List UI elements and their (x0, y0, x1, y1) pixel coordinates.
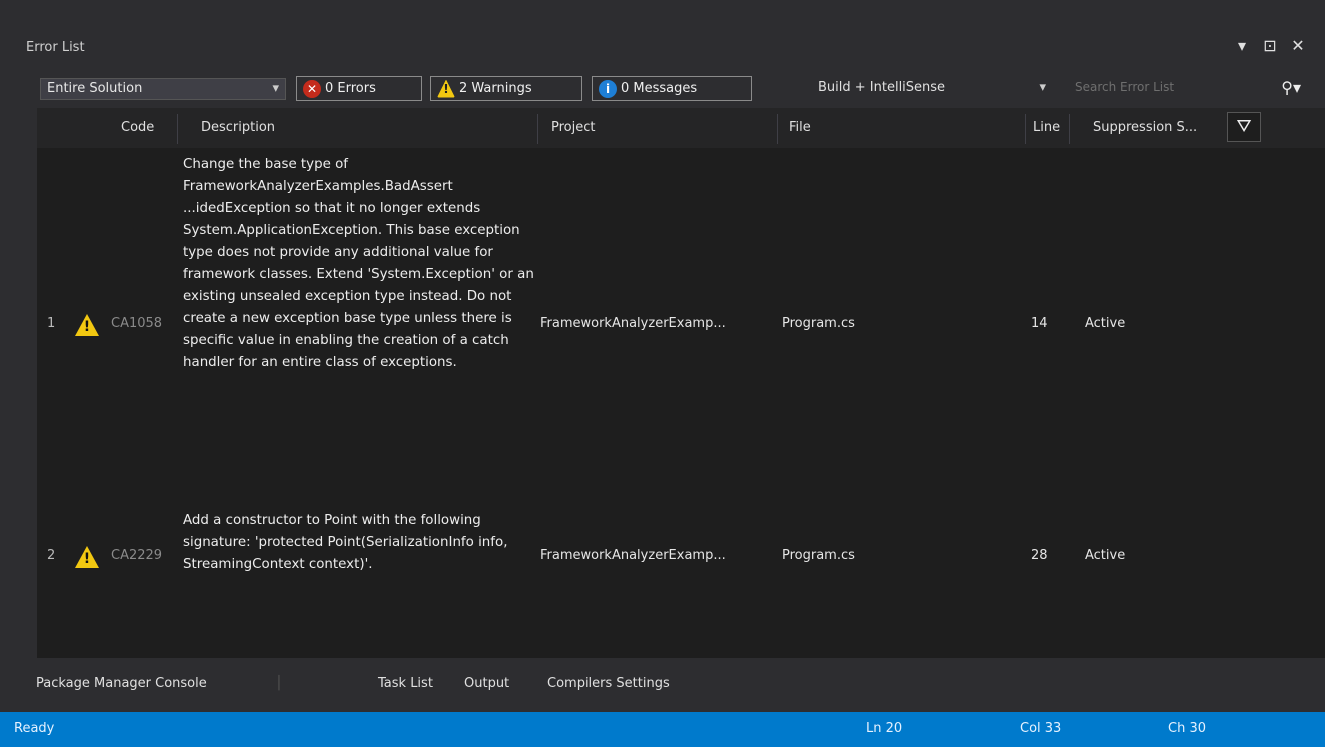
messages-label: 0 Messages (621, 81, 698, 96)
chevron-down-icon: ▾ (1039, 80, 1046, 95)
warning-icon: ! (75, 546, 99, 568)
row-file[interactable]: Program.cs (782, 548, 855, 563)
chevron-down-icon: ▾ (272, 81, 279, 96)
status-line: Ln 20 (866, 721, 903, 736)
row-code: CA2229 (111, 548, 163, 563)
row-index: 1 (47, 316, 56, 331)
scope-value: Entire Solution (47, 81, 143, 96)
tab-compilers-settings[interactable]: Compilers Settings (547, 676, 670, 691)
status-column: Col 33 (1020, 721, 1062, 736)
pin-icon[interactable]: ⊡ (1261, 36, 1279, 55)
table-row[interactable]: 2 ! CA2229 Add a constructor to Point wi… (37, 510, 1325, 610)
status-char: Ch 30 (1168, 721, 1206, 736)
error-icon: ✕ (303, 79, 321, 98)
column-divider (177, 114, 178, 144)
column-divider (777, 114, 778, 144)
error-list-title-bar: Error List ▾ ⊡ ✕ (0, 0, 1325, 70)
build-source-value: Build + IntelliSense (818, 80, 946, 95)
dropdown-window-icon[interactable]: ▾ (1233, 36, 1251, 55)
column-header-code[interactable]: Code (121, 120, 154, 135)
row-line: 14 (1031, 316, 1048, 331)
warning-icon: ! (75, 314, 99, 336)
errors-filter-button[interactable]: ✕ 0 Errors (296, 76, 422, 101)
row-line: 28 (1031, 548, 1048, 563)
tab-task-list[interactable]: Task List (378, 676, 433, 691)
grid-header: Code Description Project File Line Suppr… (37, 108, 1325, 148)
search-input[interactable]: Search Error List (1075, 80, 1265, 94)
column-header-project[interactable]: Project (551, 120, 595, 135)
column-divider (537, 114, 538, 144)
row-description: Change the base type of FrameworkAnalyze… (183, 157, 534, 370)
row-suppression-state: Active (1085, 316, 1126, 331)
row-file[interactable]: Program.cs (782, 316, 855, 331)
scope-dropdown[interactable]: Entire Solution ▾ (40, 78, 286, 100)
messages-filter-button[interactable]: i 0 Messages (592, 76, 752, 101)
tab-output[interactable]: Output (464, 676, 509, 691)
errors-label: 0 Errors (325, 81, 376, 96)
row-index: 2 (47, 548, 56, 563)
filter-icon[interactable]: ⛛ (1227, 112, 1261, 142)
window-title: Error List (26, 40, 85, 55)
search-icon[interactable]: ⚲▾ (1281, 78, 1301, 97)
status-bar: Ready Ln 20 Col 33 Ch 30 (0, 712, 1325, 747)
column-divider (1025, 114, 1026, 144)
column-header-description[interactable]: Description (201, 120, 275, 135)
column-header-line[interactable]: Line (1033, 120, 1060, 135)
column-header-file[interactable]: File (789, 120, 811, 135)
build-source-dropdown[interactable]: Build + IntelliSense ▾ (812, 78, 1052, 100)
info-icon: i (599, 79, 617, 98)
warnings-label: 2 Warnings (459, 81, 532, 96)
error-list-grid: Code Description Project File Line Suppr… (37, 108, 1325, 658)
status-ready: Ready (14, 721, 55, 736)
row-project: FrameworkAnalyzerExamp... (540, 548, 726, 563)
table-row[interactable]: 1 ! CA1058 Change the base type of Frame… (37, 154, 1325, 506)
row-code: CA1058 (111, 316, 163, 331)
warnings-filter-button[interactable]: ! 2 Warnings (430, 76, 582, 101)
column-header-suppression-state[interactable]: Suppression S... (1093, 120, 1197, 135)
error-list-toolbar: Entire Solution ▾ ✕ 0 Errors ! 2 Warning… (0, 70, 1325, 106)
tab-package-manager-console[interactable]: Package Manager Console (36, 676, 207, 691)
row-description: Add a constructor to Point with the foll… (183, 513, 508, 572)
column-divider (1069, 114, 1070, 144)
bottom-tool-tabs: Package Manager Console │ Task List Outp… (0, 664, 1325, 706)
tab-divider: │ (275, 676, 283, 691)
row-project: FrameworkAnalyzerExamp... (540, 316, 726, 331)
window-controls: ▾ ⊡ ✕ (1233, 36, 1307, 55)
close-icon[interactable]: ✕ (1289, 36, 1307, 55)
row-suppression-state: Active (1085, 548, 1126, 563)
warning-icon: ! (437, 79, 455, 98)
